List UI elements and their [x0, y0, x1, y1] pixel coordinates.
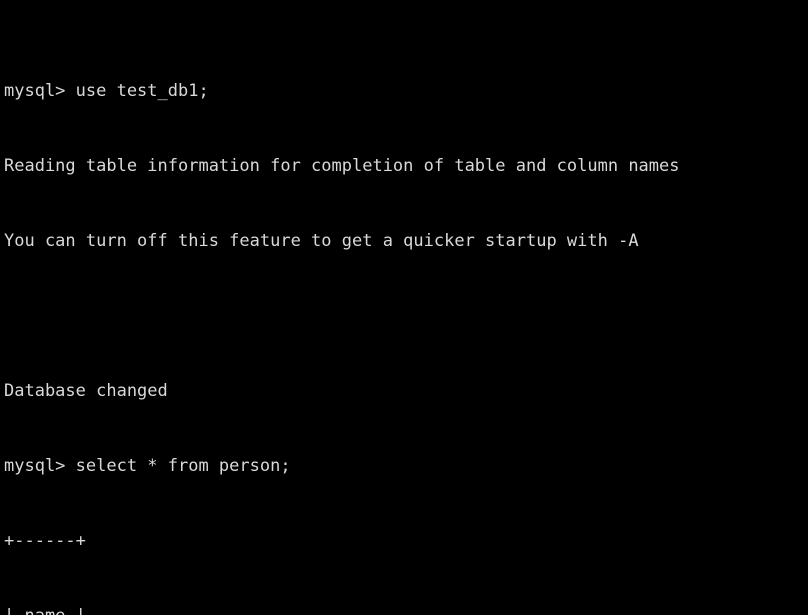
terminal-line: mysql> select * from person; — [4, 456, 291, 476]
terminal-line: mysql> use test_db1; — [4, 81, 209, 101]
terminal-output-area[interactable]: mysql> use test_db1; Reading table infor… — [0, 0, 808, 615]
terminal-line: Database changed — [4, 381, 168, 401]
terminal-line: You can turn off this feature to get a q… — [4, 231, 639, 251]
terminal-line: | name | — [4, 604, 808, 615]
terminal-line: Reading table information for completion… — [4, 156, 680, 176]
terminal-line: +------+ — [4, 531, 86, 551]
